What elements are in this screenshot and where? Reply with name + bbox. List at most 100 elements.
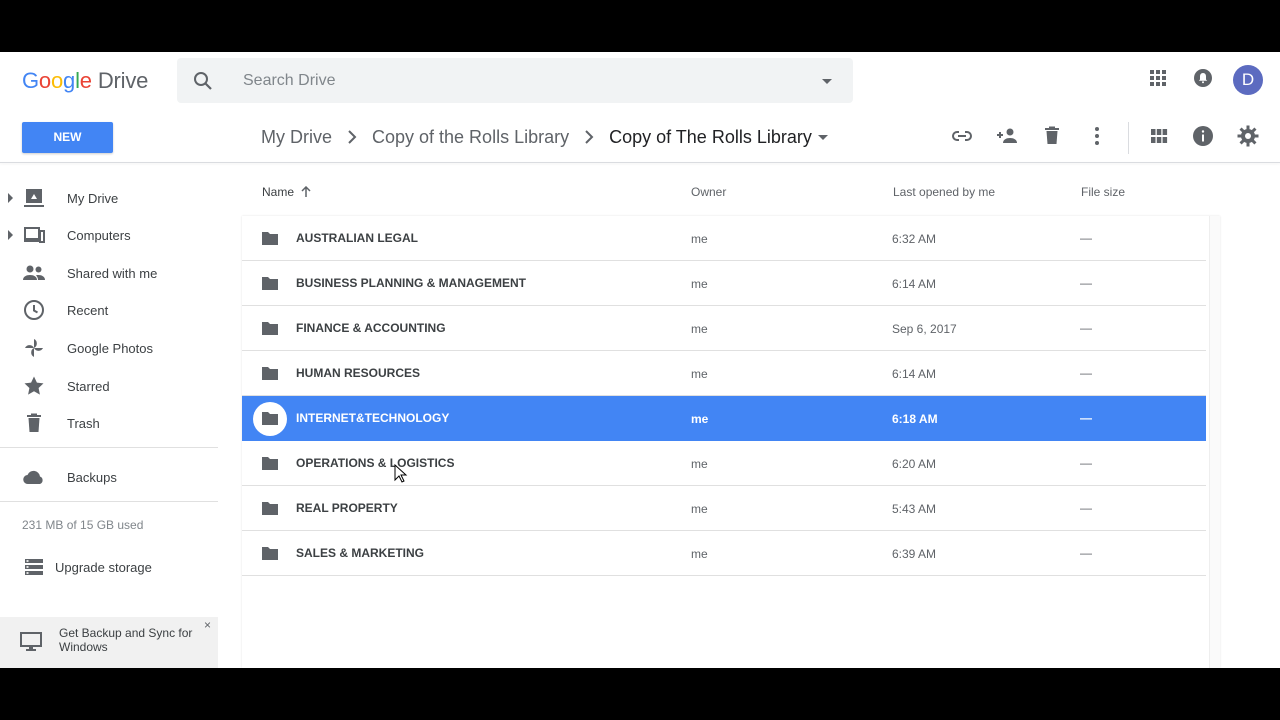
logo-letter: g (63, 68, 76, 93)
trash-icon (27, 413, 41, 432)
cloud-icon (23, 470, 43, 485)
column-header-name[interactable]: Name (262, 185, 312, 199)
sidebar-item-shared[interactable]: Shared with me (0, 255, 218, 291)
file-last-opened: 6:14 AM (892, 277, 937, 291)
sort-arrow-up-icon[interactable] (300, 186, 312, 198)
logo-letter: o (38, 68, 51, 93)
file-name: BUSINESS PLANNING & MANAGEMENT (296, 276, 527, 290)
folder-icon (262, 232, 278, 245)
chevron-right-icon (583, 130, 595, 144)
trash-icon[interactable] (1040, 124, 1064, 148)
table-row[interactable]: BUSINESS PLANNING & MANAGEMENT me 6:14 AM — (242, 261, 1206, 306)
file-owner: me (691, 322, 708, 336)
computers-icon (24, 227, 45, 243)
file-owner: me (691, 232, 708, 246)
file-last-opened: 6:18 AM (892, 412, 938, 426)
table-row[interactable]: AUSTRALIAN LEGAL me 6:32 AM — (242, 216, 1206, 261)
sidebar-item-google-photos[interactable]: Google Photos (0, 330, 218, 366)
scrollbar[interactable] (1209, 216, 1220, 668)
avatar[interactable]: D (1233, 65, 1263, 95)
more-vert-icon[interactable] (1085, 124, 1109, 148)
folder-icon (262, 502, 278, 515)
sidebar-item-computers[interactable]: Computers (0, 217, 218, 253)
column-header-last-opened[interactable]: Last opened by me (893, 185, 995, 199)
sidebar-item-label: Backups (67, 469, 117, 485)
folder-icon (262, 322, 278, 335)
table-row[interactable]: INTERNET&TECHNOLOGY me 6:18 AM — (242, 396, 1206, 441)
close-icon[interactable]: × (204, 618, 211, 632)
file-last-opened: 5:43 AM (892, 502, 937, 516)
toolbar-divider (1128, 122, 1129, 154)
column-header-file-size[interactable]: File size (1081, 185, 1125, 199)
file-size: — (1080, 276, 1092, 290)
breadcrumb-current[interactable]: Copy of The Rolls Library (609, 127, 812, 148)
column-label: Name (262, 185, 295, 199)
search-options-icon[interactable] (815, 69, 839, 93)
upgrade-storage-link[interactable]: Upgrade storage (22, 553, 152, 581)
folder-icon (262, 367, 278, 380)
notifications-icon[interactable] (1191, 66, 1215, 90)
file-owner: me (691, 457, 708, 471)
table-row[interactable]: OPERATIONS & LOGISTICS me 6:20 AM — (242, 441, 1206, 486)
sidebar-item-starred[interactable]: Starred (0, 368, 218, 404)
expand-arrow-icon[interactable] (8, 230, 13, 240)
sidebar-item-label: Computers (67, 227, 131, 243)
add-person-icon[interactable] (995, 124, 1019, 148)
sidebar-divider (0, 501, 218, 502)
file-name: AUSTRALIAN LEGAL (296, 231, 418, 245)
file-list: AUSTRALIAN LEGAL me 6:32 AM — BUSINESS PLANN… (242, 216, 1220, 668)
file-name: REAL PROPERTY (296, 501, 398, 515)
table-row[interactable]: REAL PROPERTY me 5:43 AM — (242, 486, 1206, 531)
sidebar-item-label: Recent (67, 302, 109, 318)
sidebar-item-recent[interactable]: Recent (0, 292, 218, 328)
backup-sync-promo[interactable]: Get Backup and Sync for Windows × (0, 617, 218, 668)
chevron-down-icon[interactable] (816, 130, 830, 144)
top-bar: GoogleDrive D NEW My Drive Copy of the R… (0, 52, 1280, 154)
settings-gear-icon[interactable] (1236, 124, 1260, 148)
search-bar[interactable] (177, 58, 853, 103)
breadcrumb-item-my-drive[interactable]: My Drive (261, 127, 332, 148)
column-header-owner[interactable]: Owner (691, 185, 726, 199)
star-icon (24, 376, 44, 395)
logo-letter: e (79, 68, 92, 93)
drive-window: GoogleDrive D NEW My Drive Copy of the R… (0, 52, 1280, 668)
google-drive-logo[interactable]: Google Drive (22, 68, 148, 94)
table-row[interactable]: HUMAN RESOURCES me 6:14 AM — (242, 351, 1206, 396)
sidebar-item-my-drive[interactable]: My Drive (0, 180, 218, 216)
search-icon[interactable] (191, 69, 215, 93)
file-size: — (1080, 321, 1092, 335)
mouse-cursor-icon (394, 464, 408, 483)
file-name: INTERNET&TECHNOLOGY (296, 411, 450, 425)
sidebar-item-trash[interactable]: Trash (0, 405, 218, 441)
table-row[interactable]: FINANCE & ACCOUNTING me Sep 6, 2017 — (242, 306, 1206, 351)
file-last-opened: 6:32 AM (892, 232, 937, 246)
search-input[interactable] (243, 58, 803, 103)
apps-grid-icon[interactable] (1146, 66, 1170, 90)
promo-text: Get Backup and Sync for Windows (59, 626, 193, 654)
upgrade-storage-label: Upgrade storage (55, 559, 152, 575)
folder-icon (262, 457, 278, 470)
file-owner: me (691, 277, 708, 291)
sidebar: My Drive Computers Shared with me Recent… (0, 163, 218, 668)
file-last-opened: 6:14 AM (892, 367, 937, 381)
sidebar-item-label: Shared with me (67, 265, 158, 281)
file-size: — (1080, 366, 1092, 380)
storage-usage: 231 MB of 15 GB used (22, 518, 144, 532)
file-owner: me (691, 547, 708, 561)
folder-icon (262, 547, 278, 560)
expand-arrow-icon[interactable] (8, 193, 13, 203)
file-owner: me (691, 502, 708, 516)
file-list-header: Name Owner Last opened by me File size (242, 163, 1206, 215)
file-owner: me (691, 367, 708, 381)
sidebar-item-label: My Drive (67, 190, 119, 206)
sidebar-item-backups[interactable]: Backups (0, 459, 218, 495)
breadcrumb-item-parent[interactable]: Copy of the Rolls Library (372, 127, 569, 148)
table-row[interactable]: SALES & MARKETING me 6:39 AM — (242, 531, 1206, 576)
grid-view-icon[interactable] (1147, 124, 1171, 148)
storage-list-icon (25, 559, 43, 575)
new-button[interactable]: NEW (22, 122, 113, 153)
chevron-right-icon (346, 130, 358, 144)
link-icon[interactable] (950, 124, 974, 148)
info-icon[interactable] (1191, 124, 1215, 148)
photos-pinwheel-icon (25, 339, 43, 357)
